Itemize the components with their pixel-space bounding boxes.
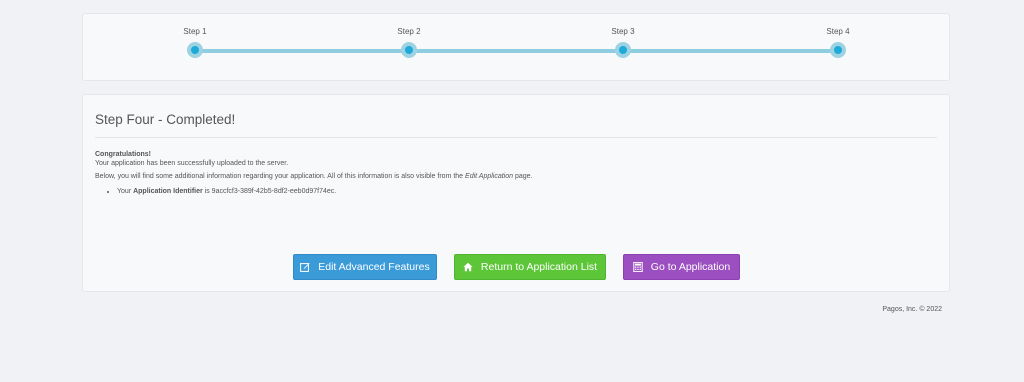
uploaded-text: Your application has been successfully u… <box>95 160 289 167</box>
congrats-heading: Congratulations! <box>95 151 151 158</box>
calculator-icon <box>633 262 643 272</box>
step-label: Step 4 <box>826 27 850 36</box>
details-list: Your Application Identifier is 9accfcf3-… <box>117 187 937 196</box>
step-dot <box>830 42 846 58</box>
progress-panel: Step 1 Step 2 Step 3 Step 4 <box>82 13 950 81</box>
identifier-value: 9accfcf3-389f-42b5-8df2-eeb0d97f74ec. <box>211 188 337 195</box>
divider <box>95 137 937 138</box>
edit-application-link: Edit Application <box>465 173 514 180</box>
step-label: Step 1 <box>183 27 207 36</box>
go-to-application-label: Go to Application <box>650 261 731 273</box>
info-text-after: page. <box>513 173 533 180</box>
return-to-application-list-button[interactable]: Return to Application List <box>454 254 606 280</box>
info-text-before: Below, you will find some additional inf… <box>95 173 466 180</box>
completion-message: Congratulations! Your application has be… <box>95 150 937 196</box>
home-icon <box>463 262 473 272</box>
page-title: Step Four - Completed! <box>95 112 236 127</box>
step-dot <box>615 42 631 58</box>
edit-advanced-features-button[interactable]: Edit Advanced Features <box>293 254 437 280</box>
footer-copyright: Pagos, Inc. © 2022 <box>882 306 942 313</box>
step-dot <box>401 42 417 58</box>
identifier-label: Application Identifier <box>133 188 203 195</box>
edit-icon <box>300 263 310 272</box>
identifier-item: Your Application Identifier is 9accfcf3-… <box>117 187 937 196</box>
progress-track <box>195 49 838 53</box>
edit-advanced-features-label: Edit Advanced Features <box>318 261 430 273</box>
identifier-mid: is <box>202 188 212 195</box>
identifier-prefix: Your <box>117 188 134 195</box>
content-panel: Step Four - Completed! Congratulations! … <box>82 94 950 292</box>
return-to-application-list-label: Return to Application List <box>480 261 598 273</box>
info-text: Below, you will find some additional inf… <box>95 172 937 181</box>
step-label: Step 3 <box>611 27 635 36</box>
go-to-application-button[interactable]: Go to Application <box>623 254 740 280</box>
step-dot <box>187 42 203 58</box>
step-label: Step 2 <box>397 27 421 36</box>
